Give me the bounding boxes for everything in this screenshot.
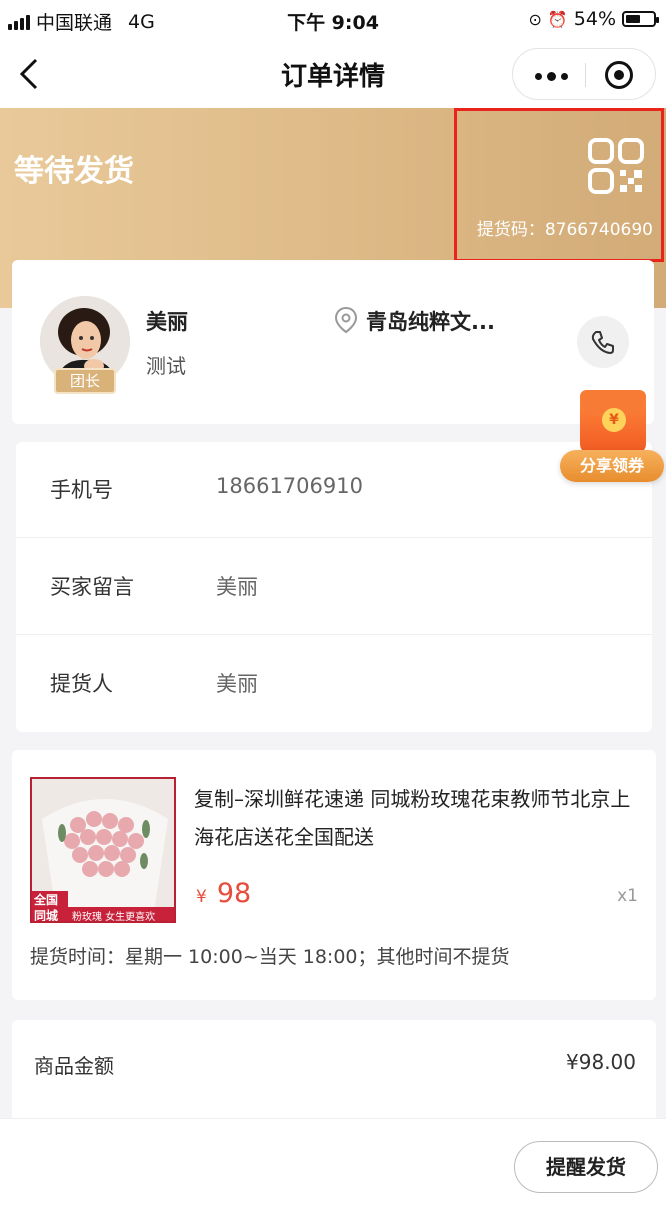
nav-bar: 订单详情 <box>0 40 666 108</box>
product-image[interactable]: 全国 同城 粉玫瑰 女生更喜欢 <box>30 777 176 923</box>
leader-note: 测试 <box>146 354 186 378</box>
qr-code-icon <box>588 138 644 194</box>
info-row-phone: 手机号 18661706910 <box>16 442 652 538</box>
share-coupon-widget[interactable]: ¥ 分享领券 <box>560 390 664 486</box>
close-program-icon[interactable] <box>605 61 633 89</box>
more-icon[interactable] <box>535 72 568 81</box>
battery-icon <box>622 11 659 27</box>
product-card[interactable]: 全国 同城 粉玫瑰 女生更喜欢 复制–深圳鲜花速递 同城粉玫瑰花束教师节北京上海… <box>12 750 656 1000</box>
alarm-icon: ⏰ <box>547 9 568 29</box>
leader-card: 团长 美丽 测试 青岛纯粹文... <box>12 260 654 424</box>
capsule-divider <box>585 63 586 87</box>
order-info-card: 手机号 18661706910 买家留言 美丽 提货人 美丽 <box>16 442 652 732</box>
pickup-time: 提货时间：星期一 10:00~当天 18:00；其他时间不提货 <box>30 946 510 968</box>
currency-symbol: ¥ <box>196 887 207 907</box>
amount-label: 商品金额 <box>34 1054 114 1078</box>
leader-badge: 团长 <box>54 368 116 394</box>
info-value: 美丽 <box>216 672 258 696</box>
battery-percent: 54% <box>573 8 616 30</box>
phone-icon <box>591 331 614 354</box>
store-name[interactable]: 青岛纯粹文... <box>366 306 495 336</box>
bottom-action-bar: 提醒发货 <box>0 1118 666 1217</box>
image-tag-2: 同城 <box>34 909 59 923</box>
amount-value: ¥98.00 <box>566 1050 636 1074</box>
image-caption: 粉玫瑰 女生更喜欢 <box>72 912 156 923</box>
status-bar: 中国联通 4G 下午 9:04 ⊙ ⏰ 54% <box>0 0 666 40</box>
pickup-code-box[interactable]: 提货码：8766740690 <box>454 108 664 262</box>
price-value: 98 <box>216 878 252 909</box>
product-title[interactable]: 复制–深圳鲜花速递 同城粉玫瑰花束教师节北京上海花店送花全国配送 <box>194 780 644 856</box>
product-price: ¥98 <box>196 878 251 909</box>
location-pin-icon <box>334 306 358 334</box>
amount-card: 商品金额 ¥98.00 <box>12 1020 656 1130</box>
share-coupon-label: 分享领券 <box>560 450 664 482</box>
info-row-message: 买家留言 美丽 <box>16 539 652 635</box>
coin-icon: ¥ <box>602 408 626 432</box>
pickup-code: 提货码：8766740690 <box>476 220 653 240</box>
product-quantity: x1 <box>617 886 638 906</box>
info-value: 美丽 <box>216 575 258 599</box>
info-label: 买家留言 <box>50 575 134 599</box>
image-tag-1: 全国 <box>34 893 59 907</box>
info-row-picker: 提货人 美丽 <box>16 636 652 732</box>
call-button[interactable] <box>577 316 629 368</box>
rotation-lock-icon: ⊙ <box>528 9 542 29</box>
info-label: 提货人 <box>50 672 113 696</box>
remind-shipping-button[interactable]: 提醒发货 <box>514 1141 658 1193</box>
info-value: 18661706910 <box>216 474 363 498</box>
info-label: 手机号 <box>50 478 113 502</box>
mini-program-capsule <box>512 48 656 100</box>
leader-name: 美丽 <box>146 310 188 334</box>
order-status: 等待发货 <box>14 154 134 189</box>
